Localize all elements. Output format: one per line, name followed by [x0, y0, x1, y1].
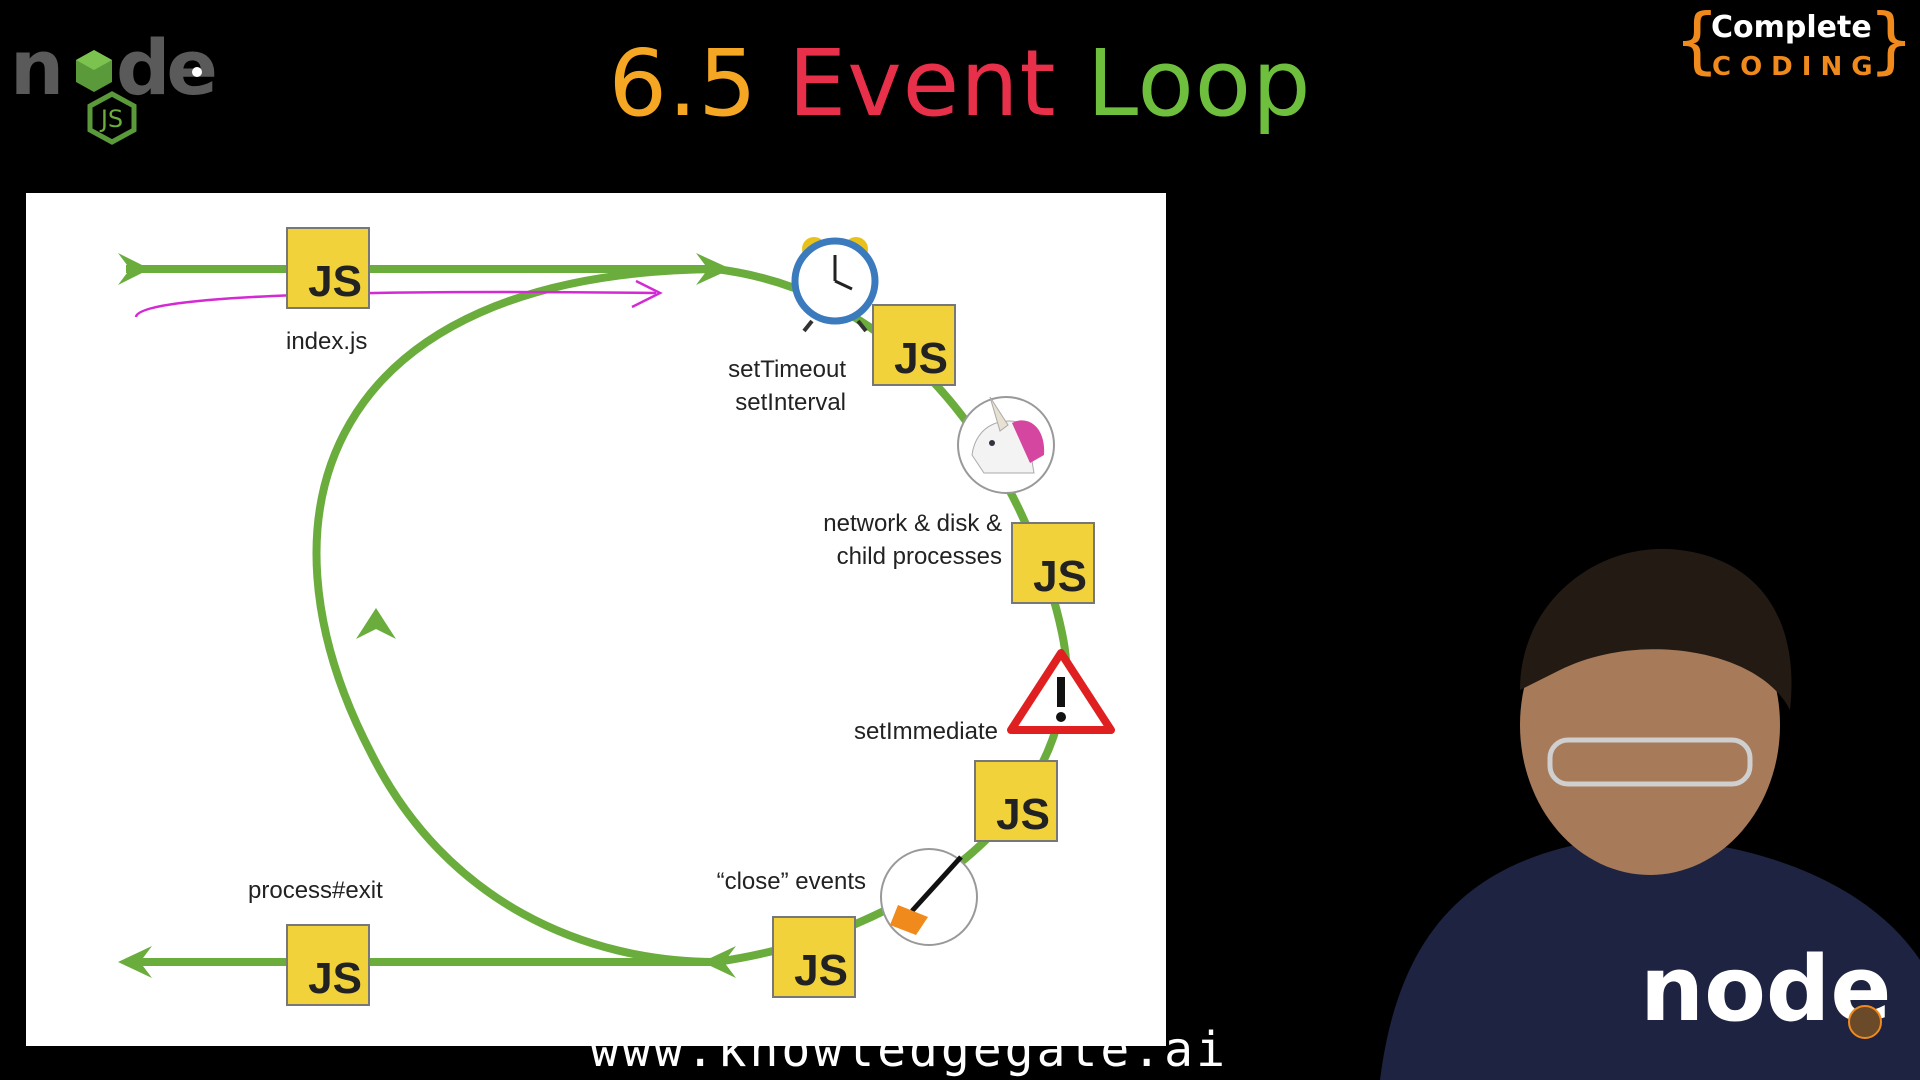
label-immediate: setImmediate	[853, 718, 998, 745]
presenter-video: node	[1380, 548, 1920, 1080]
label-io-2: child processes	[836, 543, 1002, 570]
diagram-slide: JS JS JS JS JS JS index.js setTimeout se…	[26, 193, 1166, 1046]
js-box-close: JS	[772, 916, 856, 998]
arrow-icon	[356, 608, 396, 639]
js-box-timers: JS	[872, 304, 956, 386]
title-word-loop: Loop	[1086, 30, 1312, 137]
js-box-io: JS	[1011, 522, 1095, 604]
title-number: 6.5	[608, 30, 758, 137]
brand-logo: { Complete CODING }	[1674, 0, 1914, 86]
label-io-1: network & disk &	[823, 510, 1002, 537]
label-timers-1: setTimeout	[728, 356, 846, 383]
brace-right-icon: }	[1868, 0, 1914, 82]
js-box-index: JS	[286, 227, 370, 309]
brand-line2: CODING	[1712, 52, 1882, 82]
js-box-immediate: JS	[974, 760, 1058, 842]
broom-icon	[880, 848, 978, 946]
arrow-icon	[118, 253, 150, 285]
page-title: 6.5 Event Loop	[0, 30, 1920, 137]
js-box-exit: JS	[286, 924, 370, 1006]
label-index: index.js	[286, 328, 368, 355]
brand-line1: Complete	[1711, 10, 1872, 45]
label-close: “close” events	[716, 868, 866, 895]
label-timers-2: setInterval	[735, 389, 846, 416]
warning-icon	[1007, 649, 1115, 734]
annotation-stroke	[134, 290, 657, 318]
title-word-event: Event	[788, 30, 1057, 137]
channel-badge-icon	[1848, 1005, 1882, 1039]
event-loop-diagram	[118, 237, 1115, 978]
alarm-clock-icon	[791, 237, 879, 333]
unicorn-icon	[957, 396, 1055, 494]
watermark-text: www.knowledgegate.ai	[590, 1022, 1228, 1078]
label-exit: process#exit	[248, 877, 383, 904]
